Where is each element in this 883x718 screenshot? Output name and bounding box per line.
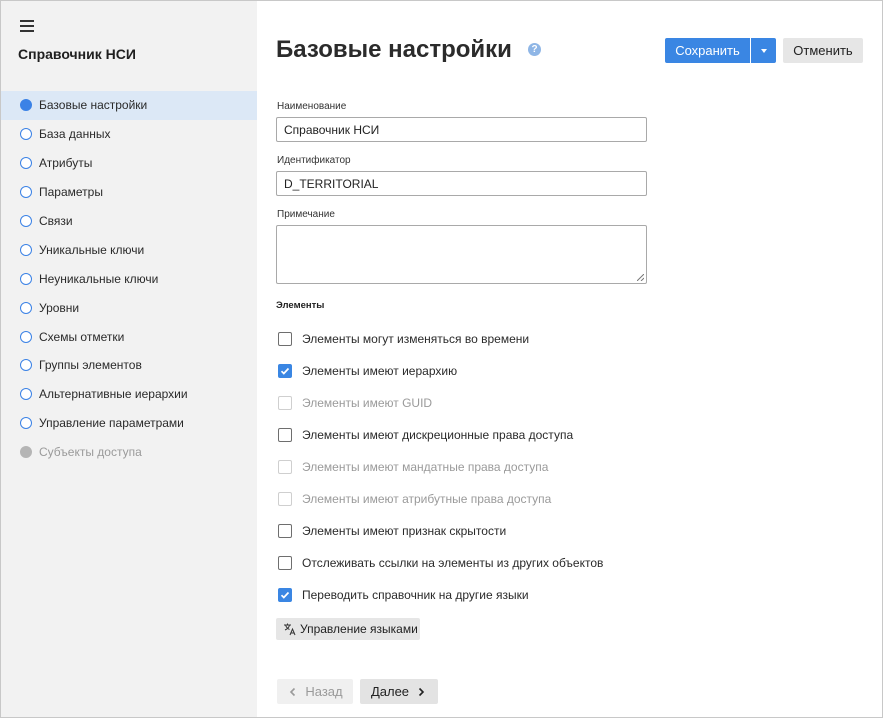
step-indicator-icon	[20, 99, 32, 112]
sidebar-title: Справочник НСИ	[18, 46, 136, 62]
id-field[interactable]: D_TERRITORIAL	[276, 171, 647, 196]
sidebar-item[interactable]: Схемы отметки	[1, 322, 257, 351]
sidebar-item[interactable]: Атрибуты	[1, 149, 257, 178]
step-indicator-icon	[20, 330, 32, 343]
sidebar-item-label: Субъекты доступа	[39, 445, 142, 460]
elements-options: Элементы могут изменяться во времени Элем…	[278, 331, 603, 619]
option-checkbox-row[interactable]: Элементы имеют иерархию	[278, 363, 603, 395]
translate-icon	[283, 622, 297, 636]
save-button[interactable]: Сохранить	[665, 38, 750, 63]
checkbox[interactable]	[278, 524, 292, 538]
option-label: Элементы имеют дискреционные права досту…	[302, 428, 574, 442]
chevron-down-icon	[760, 48, 767, 53]
sidebar: Справочник НСИ Базовые настройки База дан…	[1, 1, 257, 717]
sidebar-item[interactable]: Неуникальные ключи	[1, 264, 257, 293]
step-indicator-icon	[20, 359, 32, 372]
step-indicator-icon	[20, 128, 32, 141]
sidebar-item-label: Неуникальные ключи	[39, 271, 159, 286]
checkbox	[278, 492, 292, 506]
back-label: Назад	[305, 684, 343, 699]
step-indicator-icon	[20, 417, 32, 430]
sidebar-item-label: Управление параметрами	[39, 416, 184, 431]
step-indicator-icon	[20, 446, 32, 459]
option-checkbox-row[interactable]: Элементы имеют признак скрытости	[278, 523, 603, 555]
sidebar-item[interactable]: Управление параметрами	[1, 409, 257, 438]
sidebar-item-label: Связи	[39, 214, 73, 228]
manage-languages-button[interactable]: Управление языками	[276, 618, 420, 640]
sidebar-item-label: Альтернативные иерархии	[39, 387, 188, 402]
manage-languages-label: Управление языками	[300, 622, 418, 636]
step-indicator-icon	[20, 272, 32, 285]
page-title: Базовые настройки	[276, 36, 512, 63]
sidebar-item-label: Атрибуты	[39, 156, 93, 171]
note-field-label: Примечание	[277, 209, 335, 220]
cancel-button[interactable]: Отменить	[783, 38, 863, 63]
sidebar-item-label: Базовые настройки	[39, 98, 148, 113]
sidebar-item[interactable]: Базовые настройки	[1, 91, 257, 120]
step-indicator-icon	[20, 186, 32, 199]
sidebar-item-label: Уровни	[39, 300, 80, 315]
option-label: Элементы имеют GUID	[302, 396, 433, 410]
sidebar-item-label: База данных	[39, 127, 111, 142]
save-dropdown-button[interactable]	[751, 38, 776, 63]
name-field-label: Наименование	[277, 101, 347, 112]
elements-section-label: Элементы	[276, 300, 325, 311]
note-field[interactable]	[276, 225, 647, 284]
resize-grip-icon[interactable]	[637, 274, 644, 281]
sidebar-item[interactable]: База данных	[1, 120, 257, 149]
next-button[interactable]: Далее	[360, 679, 438, 704]
option-label: Элементы могут изменяться во времени	[302, 332, 530, 346]
checkbox[interactable]	[278, 332, 292, 346]
sidebar-nav: Базовые настройки База данных Атрибуты Пара…	[1, 91, 257, 467]
sidebar-item[interactable]: Альтернативные иерархии	[1, 380, 257, 409]
sidebar-item-label: Схемы отметки	[39, 329, 125, 344]
step-indicator-icon	[20, 157, 32, 170]
option-label: Элементы имеют признак скрытости	[302, 524, 507, 538]
back-button[interactable]: Назад	[277, 679, 353, 704]
chevron-right-icon	[418, 687, 425, 696]
sidebar-item-label: Уникальные ключи	[39, 242, 145, 257]
id-field-label: Идентификатор	[277, 155, 351, 166]
option-label: Элементы имеют атрибутные права доступа	[302, 492, 552, 506]
sidebar-item[interactable]: Уникальные ключи	[1, 235, 257, 264]
step-indicator-icon	[20, 301, 32, 314]
step-indicator-icon	[20, 243, 32, 256]
checkmark-icon	[280, 591, 290, 599]
name-field[interactable]: Справочник НСИ	[276, 117, 647, 142]
checkbox[interactable]	[278, 556, 292, 570]
option-checkbox-row: Элементы имеют GUID	[278, 395, 603, 427]
sidebar-item[interactable]: Группы элементов	[1, 351, 257, 380]
checkbox[interactable]	[278, 428, 292, 442]
option-checkbox-row: Элементы имеют мандатные права доступа	[278, 459, 603, 491]
option-checkbox-row[interactable]: Переводить справочник на другие языки	[278, 587, 603, 619]
option-checkbox-row[interactable]: Элементы имеют дискреционные права досту…	[278, 427, 603, 459]
option-label: Отслеживать ссылки на элементы из других…	[302, 556, 604, 570]
option-checkbox-row[interactable]: Элементы могут изменяться во времени	[278, 331, 603, 363]
step-indicator-icon	[20, 388, 32, 401]
sidebar-item: Субъекты доступа	[1, 438, 257, 467]
option-checkbox-row: Элементы имеют атрибутные права доступа	[278, 491, 603, 523]
checkbox	[278, 460, 292, 474]
option-label: Элементы имеют мандатные права доступа	[302, 460, 549, 474]
checkbox	[278, 396, 292, 410]
option-label: Переводить справочник на другие языки	[302, 588, 529, 602]
sidebar-item-label: Параметры	[39, 185, 103, 200]
sidebar-item-label: Группы элементов	[39, 358, 142, 373]
help-icon[interactable]: ?	[528, 43, 541, 56]
sidebar-item[interactable]: Параметры	[1, 178, 257, 207]
option-checkbox-row[interactable]: Отслеживать ссылки на элементы из других…	[278, 555, 603, 587]
step-indicator-icon	[20, 215, 32, 227]
next-label: Далее	[370, 684, 410, 699]
sidebar-item[interactable]: Связи	[1, 207, 257, 236]
checkmark-icon	[280, 367, 290, 375]
checkbox-checked[interactable]	[278, 364, 292, 378]
sidebar-item[interactable]: Уровни	[1, 293, 257, 322]
checkbox-checked[interactable]	[278, 588, 292, 602]
chevron-left-icon	[290, 687, 296, 696]
menu-icon[interactable]	[20, 20, 34, 32]
option-label: Элементы имеют иерархию	[302, 364, 458, 378]
